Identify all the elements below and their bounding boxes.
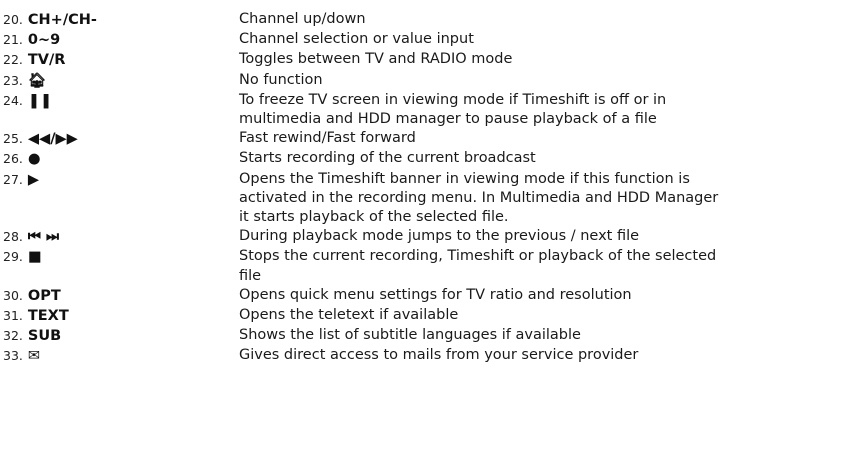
skip-previous-next-icon: ⏮ ⏭ [27, 229, 60, 246]
description-line: During playback mode jumps to the previo… [239, 228, 640, 245]
description-line: it starts playback of the selected file. [239, 209, 509, 226]
home-icon: 🏠︎ [27, 72, 47, 89]
key-description: Opens the teletext if available [239, 306, 853, 325]
description-line: Opens the Timeshift banner in viewing mo… [239, 170, 690, 187]
key-description: Channel up/down [239, 10, 853, 29]
item-number: 20. [3, 12, 23, 27]
key-cell: 22. TV/R [3, 50, 239, 70]
key-description: During playback mode jumps to the previo… [239, 227, 853, 246]
key-description: No function [239, 71, 853, 90]
key-label: SUB [27, 328, 62, 345]
list-item: 26. ● Starts recording of the current broa… [3, 149, 853, 169]
description-line: Shows the list of subtitle languages if … [239, 327, 581, 344]
item-number: 26. [3, 151, 23, 167]
key-cell: 20. CH+/CH- [3, 10, 239, 30]
key-cell: 27. ▶ [3, 170, 239, 190]
key-label: CH+/CH- [27, 12, 97, 28]
key-label: TEXT [27, 308, 69, 325]
list-item: 33. ✉ Gives direct access to mails from yo… [3, 346, 853, 366]
item-number: 28. [3, 229, 23, 245]
item-number: 25. [3, 131, 23, 147]
key-cell: 29. ■ [3, 247, 239, 267]
key-description: To freeze TV screen in viewing mode if T… [239, 91, 853, 129]
rewind-forward-icon: ◀◀/▶▶ [27, 131, 78, 148]
item-number: 22. [3, 52, 23, 68]
description-line: activated in the recording menu. In Mult… [239, 189, 719, 206]
key-cell: 28. ⏮ ⏭ [3, 227, 239, 247]
key-label: 0~9 [27, 32, 61, 49]
list-item: 31. TEXT Opens the teletext if available [3, 306, 853, 326]
key-description: Toggles between TV and RADIO mode [239, 50, 853, 69]
item-number: 24. [3, 92, 23, 108]
key-description: Opens the Timeshift banner in viewing mo… [239, 170, 853, 228]
description-line: Channel selection or value input [239, 31, 474, 48]
description-line: Toggles between TV and RADIO mode [239, 51, 513, 68]
key-label: TV/R [27, 52, 66, 69]
record-icon: ● [27, 151, 41, 168]
mail-icon: ✉ [27, 348, 41, 365]
description-line: file [239, 267, 262, 284]
item-number: 30. [3, 287, 23, 303]
key-cell: 30. OPT [3, 286, 239, 306]
pause-icon: ❚❚ [27, 92, 53, 109]
description-line: No function [239, 71, 323, 88]
description-line: To freeze TV screen in viewing mode if T… [239, 91, 667, 108]
list-item: 32. SUB Shows the list of subtitle languag… [3, 326, 853, 346]
description-line: Stops the current recording, Timeshift o… [239, 248, 717, 265]
list-item: 29. ■ Stops the current recording, Timeshi… [3, 247, 853, 285]
item-number: 32. [3, 328, 23, 344]
key-description: Stops the current recording, Timeshift o… [239, 247, 853, 285]
key-description-list: 20. CH+/CH- Channel up/down 21. 0~9 Channel s… [3, 10, 853, 367]
key-label: OPT [27, 287, 61, 304]
list-item: 28. ⏮ ⏭ During playback mode jumps to the … [3, 227, 853, 247]
list-item: 27. ▶ Opens the Timeshift banner in viewin… [3, 170, 853, 228]
description-line: Starts recording of the current broadcas… [239, 150, 536, 167]
list-item: 21. 0~9 Channel selection or value input [3, 30, 853, 50]
description-line: Fast rewind/Fast forward [239, 130, 416, 147]
key-cell: 31. TEXT [3, 306, 239, 326]
key-description: Shows the list of subtitle languages if … [239, 326, 853, 345]
list-item: 25. ◀◀/▶▶ Fast rewind/Fast forward [3, 129, 853, 149]
remote-key-reference-page: 20. CH+/CH- Channel up/down 21. 0~9 Channel s… [0, 0, 859, 467]
key-cell: 21. 0~9 [3, 30, 239, 50]
key-cell: 25. ◀◀/▶▶ [3, 129, 239, 149]
item-number: 31. [3, 308, 23, 324]
key-description: Channel selection or value input [239, 30, 853, 49]
key-cell: 33. ✉ [3, 346, 239, 366]
item-number: 29. [3, 249, 23, 265]
play-icon: ▶ [27, 171, 40, 188]
list-item: 24. ❚❚ To freeze TV screen in viewing mode… [3, 91, 853, 129]
key-description: Fast rewind/Fast forward [239, 129, 853, 148]
key-cell: 26. ● [3, 149, 239, 169]
item-number: 33. [3, 348, 23, 364]
stop-icon: ■ [27, 249, 42, 266]
item-number: 27. [3, 171, 23, 187]
list-item: 23. 🏠︎ No function [3, 71, 853, 91]
key-cell: 24. ❚❚ [3, 91, 239, 111]
description-line: Opens the teletext if available [239, 307, 459, 324]
list-item: 20. CH+/CH- Channel up/down [3, 10, 853, 30]
list-item: 22. TV/R Toggles between TV and RADIO mode [3, 50, 853, 70]
key-description: Starts recording of the current broadcas… [239, 149, 853, 168]
description-line: Channel up/down [239, 11, 366, 27]
list-item: 30. OPT Opens quick menu settings for TV r… [3, 286, 853, 306]
item-number: 21. [3, 32, 23, 48]
key-description: Gives direct access to mails from your s… [239, 346, 853, 365]
description-line: Gives direct access to mails from your s… [239, 347, 639, 364]
item-number: 23. [3, 72, 23, 88]
description-line: Opens quick menu settings for TV ratio a… [239, 286, 632, 303]
description-line: multimedia and HDD manager to pause play… [239, 111, 657, 128]
key-description: Opens quick menu settings for TV ratio a… [239, 286, 853, 305]
key-cell: 32. SUB [3, 326, 239, 346]
key-cell: 23. 🏠︎ [3, 71, 239, 91]
